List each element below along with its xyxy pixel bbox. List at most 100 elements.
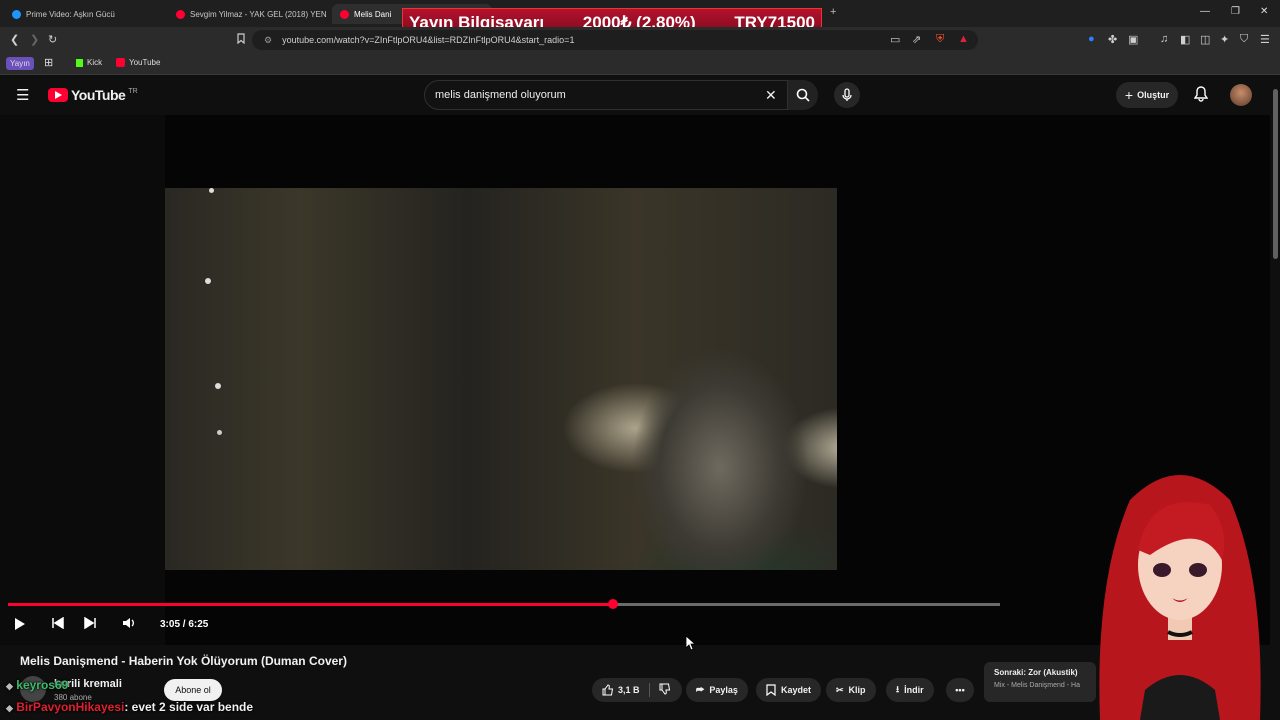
like-button[interactable]: 3,1 B: [602, 684, 640, 696]
previous-button[interactable]: [52, 616, 64, 632]
tab-search-icon[interactable]: ▣: [1128, 33, 1138, 46]
create-button[interactable]: + Oluştur: [1116, 82, 1178, 108]
bookmark-label: YouTube: [129, 58, 161, 67]
like-dislike-group: 3,1 B: [592, 678, 682, 702]
bokeh-light: [215, 383, 221, 389]
share-icon: ⮫: [696, 684, 705, 695]
youtube-logo[interactable]: YouTube TR: [48, 87, 138, 103]
youtube-icon: [116, 58, 125, 67]
site-info-icon[interactable]: ⚙: [264, 35, 272, 46]
plus-icon: +: [1124, 87, 1134, 103]
clip-button[interactable]: ✂ Klip: [826, 678, 876, 702]
chat-message: ◆ keyros69: [6, 678, 68, 692]
kick-icon: [76, 58, 83, 67]
bookmark-yayin[interactable]: Yayın: [6, 57, 34, 70]
bookmark-icon[interactable]: [236, 33, 246, 47]
brave-shield-icon[interactable]: ⛨: [936, 33, 944, 46]
address-bar[interactable]: ⚙ youtube.com/watch?v=ZInFtlpORU4&list=R…: [252, 30, 978, 50]
more-actions-button[interactable]: •••: [946, 678, 974, 702]
bookmarks-bar: Yayın ⊞ Kick YouTube: [0, 53, 1280, 75]
mouse-cursor-icon: [686, 636, 696, 650]
save-label: Kaydet: [781, 685, 812, 695]
share-button[interactable]: ⮫ Paylaş: [686, 678, 748, 702]
chat-message: ◆ BirPavyonHikayesi: evet 2 side var ben…: [6, 700, 253, 714]
scrollbar-thumb[interactable]: [1273, 89, 1278, 259]
share-page-icon[interactable]: ⇗: [912, 33, 921, 46]
new-tab-button[interactable]: +: [830, 6, 836, 18]
bokeh-light: [205, 278, 211, 284]
tab-title: Melis Dani: [354, 9, 392, 19]
bookmark-youtube[interactable]: YouTube: [116, 58, 160, 67]
forward-icon[interactable]: ❯: [30, 33, 39, 46]
download-label: İndir: [904, 685, 924, 695]
wallet-icon[interactable]: ◫: [1200, 33, 1210, 46]
download-icon: ⭳: [896, 684, 900, 694]
save-button[interactable]: Kaydet: [756, 678, 822, 702]
video-progress-played: [8, 603, 614, 606]
play-button[interactable]: [14, 617, 26, 634]
more-icon: •••: [955, 685, 965, 695]
extension-icon[interactable]: ●: [1088, 33, 1095, 45]
create-label: Oluştur: [1137, 90, 1170, 100]
reload-icon[interactable]: ↻: [48, 33, 57, 46]
youtube-icon: [176, 9, 185, 19]
next-button[interactable]: [84, 616, 96, 632]
chat-badge-icon: ◆: [6, 681, 13, 691]
share-label: Paylaş: [709, 685, 738, 695]
divider: [648, 683, 650, 697]
like-count: 3,1 B: [618, 685, 640, 695]
browser-tab[interactable]: Prime Video: Aşkın Gücü: [4, 4, 164, 24]
microphone-icon: [842, 88, 852, 101]
tab-title: Sevgim Yilmaz - YAK GEL (2018) YEN: [190, 9, 327, 19]
video-frame[interactable]: [165, 188, 837, 570]
notifications-icon[interactable]: [1193, 86, 1209, 107]
video-progress-bar[interactable]: [8, 599, 1000, 609]
dislike-button[interactable]: [659, 683, 671, 697]
up-next-card[interactable]: Sonraki: Zor (Akustik) Mix - Melis Daniş…: [984, 662, 1096, 702]
chat-text: : evet 2 side var bende: [124, 700, 254, 714]
thumbs-down-icon: [659, 683, 670, 695]
search-icon: [796, 88, 810, 102]
prime-video-icon: [12, 9, 21, 19]
download-button[interactable]: ⭳ İndir: [886, 678, 934, 702]
minimize-button[interactable]: —: [1200, 6, 1210, 17]
back-icon[interactable]: ❮: [10, 33, 19, 46]
media-icon[interactable]: ♫: [1160, 33, 1168, 45]
brave-rewards-icon[interactable]: ▲: [958, 33, 969, 45]
chat-badge-icon: ◆: [6, 703, 13, 713]
scissors-icon: ✂: [836, 684, 844, 695]
close-window-button[interactable]: ✕: [1260, 6, 1268, 17]
clip-label: Klip: [848, 685, 866, 695]
clear-search-icon[interactable]: ✕: [765, 87, 777, 104]
region-code: TR: [128, 87, 138, 95]
chat-username: BirPavyonHikayesi: [16, 700, 125, 714]
video-title: Melis Danişmend - Haberin Yok Ölüyorum (…: [20, 654, 347, 668]
thumbs-up-icon: [602, 684, 614, 696]
vpn-icon[interactable]: ⛉: [1240, 33, 1248, 46]
youtube-icon: [340, 9, 349, 19]
bookmark-kick[interactable]: Kick: [76, 58, 102, 67]
volume-icon: [123, 618, 134, 628]
search-input[interactable]: melis danişmend oluyorum ✕: [424, 80, 788, 110]
logo-text: YouTube: [71, 87, 126, 103]
maximize-button[interactable]: ❐: [1231, 6, 1240, 17]
apps-grid-icon[interactable]: ⊞: [44, 56, 53, 69]
extensions-icon[interactable]: ✤: [1108, 33, 1117, 46]
voice-search-button[interactable]: [834, 82, 860, 108]
page-scrollbar[interactable]: [1270, 75, 1280, 720]
search-button[interactable]: [788, 80, 818, 110]
bookmark-icon: [766, 684, 776, 696]
time-display: 3:05 / 6:25: [160, 619, 209, 630]
bookmark-label: Kick: [87, 58, 103, 67]
user-avatar[interactable]: [1230, 84, 1252, 106]
screen-icon[interactable]: ▭: [890, 33, 900, 46]
tab-title: Prime Video: Aşkın Gücü: [26, 9, 115, 19]
menu-icon[interactable]: ☰: [1260, 33, 1270, 46]
url-text: youtube.com/watch?v=ZInFtlpORU4&list=RDZ…: [282, 35, 575, 45]
browser-tab[interactable]: Sevgim Yilmaz - YAK GEL (2018) YEN: [168, 4, 328, 24]
volume-button[interactable]: [122, 617, 136, 632]
subscribe-button[interactable]: Abone ol: [164, 679, 222, 701]
guide-menu-icon[interactable]: ☰: [16, 86, 29, 104]
sidebar-icon[interactable]: ◧: [1180, 33, 1190, 46]
leo-ai-icon[interactable]: ✦: [1220, 33, 1229, 46]
